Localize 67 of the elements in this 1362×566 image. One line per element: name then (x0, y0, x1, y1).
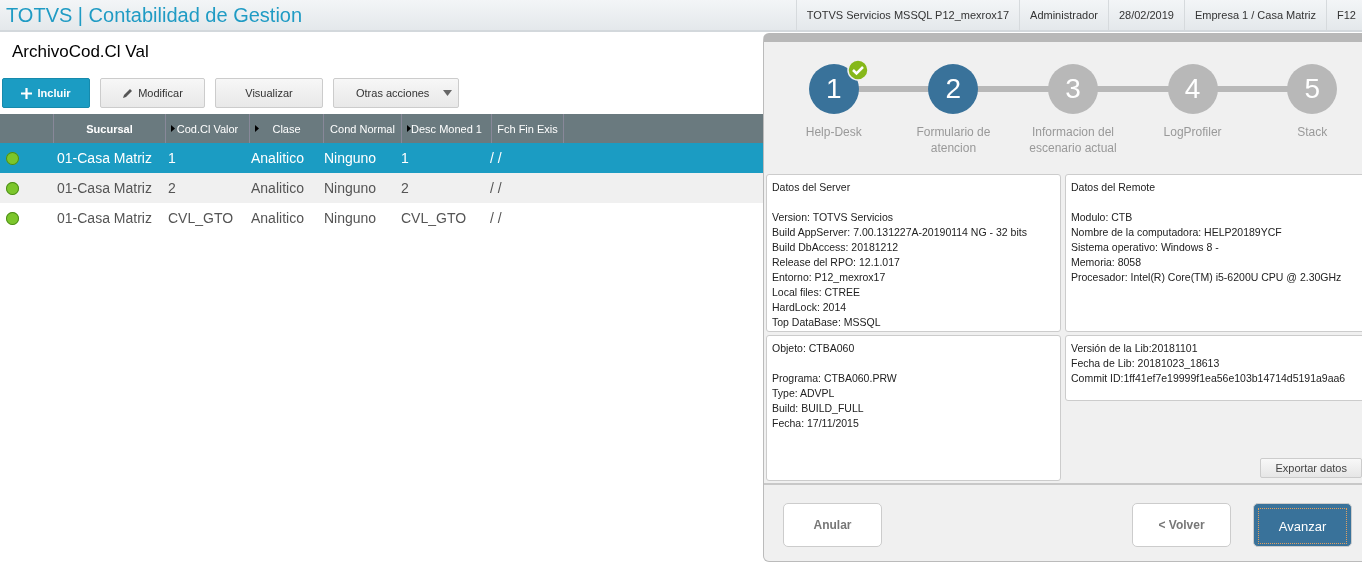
table-cell: CVL_GTO (401, 210, 467, 226)
info-line: Local files: CTREE (772, 285, 862, 300)
step-label: Stack (1296, 124, 1329, 140)
caret-icon (443, 90, 452, 96)
panel-title: Datos del Server (772, 180, 852, 195)
info-line: Build: BUILD_FULL (772, 401, 865, 416)
table-cell: 01-Casa Matriz (57, 210, 152, 226)
table-cell: 1 (168, 150, 176, 166)
table-cell: 2 (401, 180, 409, 196)
status-item: 28/02/2019 (1107, 0, 1184, 30)
table-cell: Ninguno (324, 210, 377, 226)
actions-dropdown[interactable]: Otras acciones (333, 78, 459, 108)
status-item: TOTVS Servicios MSSQL P12_mexrox17 (795, 0, 1020, 30)
step-label: Help-Desk (804, 124, 863, 140)
step-label: LogProfiler (1162, 124, 1223, 140)
table-cell: CVL_GTO (168, 210, 234, 226)
table-cell: 01-Casa Matriz (57, 150, 152, 166)
info-line: Entorno: P12_mexrox17 (772, 270, 887, 285)
edit-button[interactable]: Modificar (100, 78, 205, 108)
step-circle: 3 (1048, 64, 1098, 114)
view-button[interactable]: Visualizar (215, 78, 323, 108)
table-cell: Analitico (251, 210, 304, 226)
info-line: Top DataBase: MSSQL (772, 315, 882, 330)
table-cell: / / (490, 150, 502, 166)
info-line: Fecha: 17/11/2015 (772, 416, 860, 431)
info-line: Sistema operativo: Windows 8 - (1071, 240, 1220, 255)
status-item: F12 (1326, 0, 1362, 30)
plus-icon (21, 87, 33, 99)
info-line: HardLock: 2014 (772, 300, 848, 315)
panel-title: Objeto: CTBA060 (772, 341, 856, 356)
app-title: TOTVS | Contabilidad de Gestion (5, 3, 303, 27)
info-line: Release del RPO: 12.1.017 (772, 255, 901, 270)
info-line: Build DbAccess: 20181212 (772, 240, 900, 255)
table-cell: / / (490, 210, 502, 226)
cancel-button[interactable]: Anular (783, 503, 882, 547)
step-circle: 1 (808, 64, 859, 114)
step-circle: 4 (1167, 64, 1218, 114)
panel-title: Datos del Remote (1071, 180, 1157, 195)
info-line: Type: ADVPL (772, 386, 836, 401)
table-cell: Analitico (251, 150, 304, 166)
table-cell: Analitico (251, 180, 304, 196)
step-circle: 5 (1287, 64, 1338, 114)
table-cell: 2 (168, 180, 176, 196)
info-line: Procesador: Intel(R) Core(TM) i5-6200U CPU @ 2.30GHz (1071, 270, 1343, 285)
info-line: Fecha de Lib: 20181023_18613 (1071, 356, 1221, 371)
table-cell: 01-Casa Matriz (57, 180, 152, 196)
include-button[interactable]: Incluir (2, 78, 90, 108)
info-line: Modulo: CTB (1071, 210, 1134, 225)
info-line: Versión de la Lib:20181101 (1071, 341, 1199, 356)
table-cell: / / (490, 180, 502, 196)
pencil-icon (122, 87, 134, 99)
table-cell: 1 (401, 150, 409, 166)
info-line: Programa: CTBA060.PRW (772, 371, 898, 386)
table-cell: Ninguno (324, 180, 377, 196)
status-item: Administrador (1019, 0, 1108, 30)
info-line: Nombre de la computadora: HELP20189YCF (1071, 225, 1283, 240)
info-line: Commit ID:1ff41ef7e19999f1ea56e103b14714d5191a9aa6 (1071, 371, 1347, 386)
back-button[interactable]: < Volver (1132, 503, 1231, 547)
step-circle: 2 (928, 64, 979, 114)
info-line: Memoria: 8058 (1071, 255, 1143, 270)
table-cell: Ninguno (324, 150, 377, 166)
next-button[interactable]: Avanzar (1253, 503, 1352, 547)
info-line: Version: TOTVS Servicios (772, 210, 894, 225)
info-line: Build AppServer: 7.00.131227A-20190114 NG - 32 bits (772, 225, 1028, 240)
export-button[interactable]: Exportar datos (1260, 458, 1362, 478)
status-item: Empresa 1 / Casa Matriz (1184, 0, 1327, 30)
page-title: ArchivoCod.Cl Val (11, 41, 150, 63)
